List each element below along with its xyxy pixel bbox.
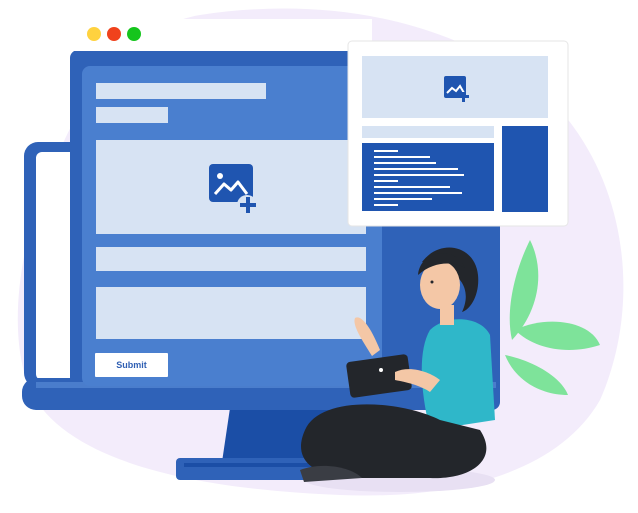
form-subtitle-bar [96, 107, 168, 123]
maximize-dot[interactable] [127, 27, 141, 41]
window-controls [87, 27, 141, 41]
submit-button[interactable]: Submit [95, 353, 168, 377]
floating-card [347, 40, 569, 227]
illustration [17, 8, 624, 496]
close-dot[interactable] [107, 27, 121, 41]
text-input-field [96, 247, 366, 271]
form-title-bar [96, 83, 266, 99]
minimize-dot[interactable] [87, 27, 101, 41]
textarea-field [96, 287, 366, 339]
